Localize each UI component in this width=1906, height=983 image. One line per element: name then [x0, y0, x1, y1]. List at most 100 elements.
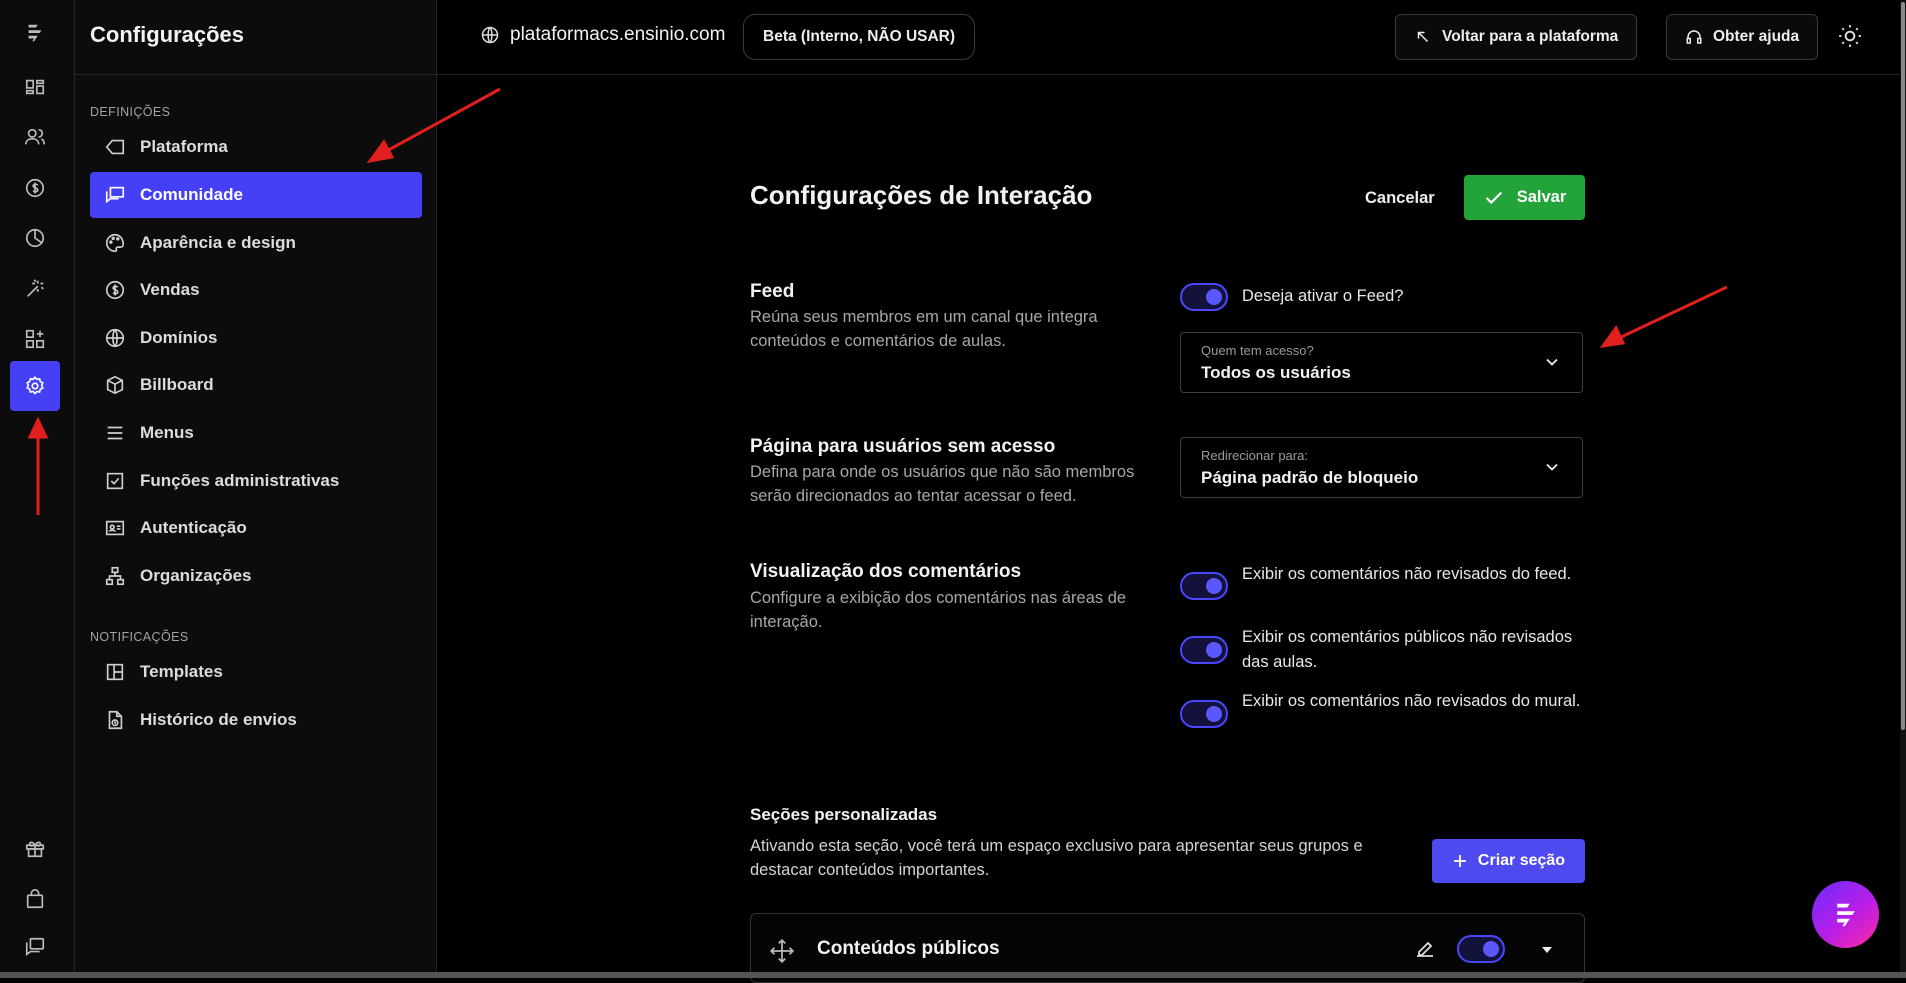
toggle-knob: [1483, 941, 1499, 957]
brand-chat-icon[interactable]: [1812, 881, 1879, 948]
sidebar-item-templates[interactable]: Templates: [90, 649, 422, 695]
window-bottom-edge: [0, 972, 1906, 978]
gift-icon[interactable]: [10, 823, 60, 873]
sidebar-item-comunidade[interactable]: Comunidade: [90, 172, 422, 218]
comments-feed-toggle[interactable]: [1180, 572, 1228, 600]
dollar-circle-icon: [90, 279, 140, 301]
custom-sections-title: Seções personalizadas: [750, 805, 938, 824]
feed-description: Reúna seus membros em um canal que integ…: [750, 308, 1098, 350]
apps-grid-icon[interactable]: [10, 314, 60, 364]
brand-logo-icon[interactable]: [10, 8, 60, 58]
move-arrows-icon[interactable]: [769, 938, 795, 964]
sidebar-title: Configurações: [90, 22, 245, 47]
sidebar-item-vendas[interactable]: Vendas: [90, 267, 422, 313]
shopping-bag-icon[interactable]: [10, 874, 60, 924]
sidebar-item-label: Histórico de envios: [140, 710, 297, 729]
sidebar-item-label: Plataforma: [140, 137, 228, 156]
sidebar-item-label: Comunidade: [140, 185, 243, 204]
scrollbar-thumb[interactable]: [1901, 2, 1905, 730]
toggle-knob: [1206, 289, 1222, 305]
dashboard-icon[interactable]: [10, 62, 60, 112]
comments-lessons-toggle[interactable]: [1180, 636, 1228, 664]
section-label-notifications: NOTIFICAÇÕES: [90, 630, 189, 644]
messages-icon[interactable]: [10, 922, 60, 972]
users-icon[interactable]: [10, 112, 60, 162]
comments-description: Configure a exibição dos comentários nas…: [750, 589, 1127, 631]
environment-badge[interactable]: Beta (Interno, NÃO USAR): [743, 14, 976, 60]
sidebar-item-label: Autenticação: [140, 518, 247, 537]
settings-gear-icon[interactable]: [10, 361, 60, 411]
checkbox-icon: [90, 470, 140, 492]
domain-text: plataformacs.ensinio.com: [510, 24, 726, 45]
chevron-down-icon: [1542, 457, 1562, 477]
domain-link[interactable]: plataformacs.ensinio.com: [480, 24, 725, 46]
comments-feed-label: Exibir os comentários não revisados do f…: [1242, 565, 1572, 583]
custom-section-toggle[interactable]: [1457, 935, 1505, 963]
id-card-icon: [90, 517, 140, 539]
sidebar-item-label: Menus: [140, 423, 194, 442]
save-button[interactable]: Salvar: [1464, 175, 1585, 220]
custom-sections-description: Ativando esta seção, você terá um espaço…: [750, 837, 1363, 879]
caret-down-icon[interactable]: [1539, 942, 1555, 958]
box-icon: [90, 374, 140, 396]
no-access-title: Página para usuários sem acesso: [750, 436, 1056, 457]
comments-lessons-label: Exibir os comentários públicos não revis…: [1242, 628, 1573, 671]
arrow-head: [1599, 325, 1626, 349]
arrow-up-left-icon: [1414, 28, 1432, 46]
redirect-select[interactable]: Redirecionar para: Página padrão de bloq…: [1180, 437, 1583, 498]
magic-wand-icon[interactable]: [10, 264, 60, 314]
sidebar-item-label: Templates: [140, 662, 223, 681]
sidebar-item-billboard[interactable]: Billboard: [90, 362, 422, 408]
save-label: Salvar: [1516, 188, 1567, 206]
toggle-knob: [1206, 706, 1222, 722]
redirect-select-value: Página padrão de bloqueio: [1201, 468, 1419, 487]
arrow-to-access-select: [1616, 285, 1728, 341]
layout-icon: [90, 661, 140, 683]
plus-icon: [1452, 853, 1468, 869]
feed-toggle-label: Deseja ativar o Feed?: [1242, 287, 1404, 305]
get-help-label: Obter ajuda: [1713, 28, 1800, 45]
menu-lines-icon: [90, 422, 140, 444]
back-to-platform-button[interactable]: Voltar para a plataforma: [1395, 14, 1638, 60]
sidebar-item-funcoes[interactable]: Funções administrativas: [90, 458, 422, 504]
access-select-label: Quem tem acesso?: [1201, 343, 1314, 358]
sidebar-item-menus[interactable]: Menus: [90, 410, 422, 456]
redirect-select-label: Redirecionar para:: [1201, 448, 1308, 463]
cancel-button[interactable]: Cancelar: [1355, 178, 1445, 218]
reports-pie-icon[interactable]: [10, 213, 60, 263]
check-icon: [1483, 187, 1505, 209]
money-icon[interactable]: [10, 163, 60, 213]
no-access-description: Defina para onde os usuários que não são…: [750, 463, 1135, 505]
feed-toggle[interactable]: [1180, 283, 1228, 311]
globe-icon: [90, 327, 140, 349]
sidebar-item-historico[interactable]: Histórico de envios: [90, 697, 422, 743]
file-history-icon: [90, 709, 140, 731]
toggle-knob: [1206, 578, 1222, 594]
page-title: Configurações de Interação: [750, 180, 1093, 210]
create-section-label: Criar seção: [1477, 852, 1566, 869]
get-help-button[interactable]: Obter ajuda: [1666, 14, 1819, 60]
sidebar-item-plataforma[interactable]: Plataforma: [90, 124, 422, 170]
sidebar-item-organizacoes[interactable]: Organizações: [90, 553, 422, 599]
feed-title: Feed: [750, 281, 795, 302]
pencil-icon[interactable]: [1413, 936, 1437, 960]
comments-wall-toggle[interactable]: [1180, 700, 1228, 728]
back-to-platform-label: Voltar para a plataforma: [1442, 28, 1619, 45]
create-section-button[interactable]: Criar seção: [1432, 839, 1585, 883]
comments-wall-label: Exibir os comentários não revisados do m…: [1242, 692, 1581, 710]
sidebar-item-label: Organizações: [140, 566, 252, 585]
chevron-down-icon: [1542, 352, 1562, 372]
access-select[interactable]: Quem tem acesso? Todos os usuários: [1180, 332, 1583, 393]
top-bar: plataformacs.ensinio.com Beta (Interno, …: [437, 0, 1900, 75]
sun-icon[interactable]: [1837, 23, 1865, 51]
icon-rail: [0, 0, 75, 972]
org-chart-icon: [90, 565, 140, 587]
sidebar-item-label: Vendas: [140, 280, 200, 299]
sidebar-item-autenticacao[interactable]: Autenticação: [90, 505, 422, 551]
sidebar-item-label: Aparência e design: [140, 233, 296, 252]
chat-bubbles-icon: [90, 184, 140, 206]
sidebar-item-dominios[interactable]: Domínios: [90, 315, 422, 361]
sidebar-item-aparencia[interactable]: Aparência e design: [90, 220, 422, 266]
custom-section-title: Conteúdos públicos: [817, 938, 1000, 959]
headset-icon: [1685, 28, 1703, 46]
